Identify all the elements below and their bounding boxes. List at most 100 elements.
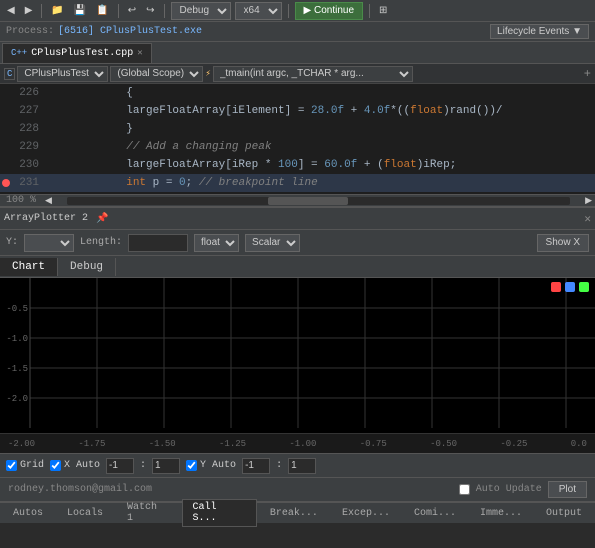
class-select[interactable]: CPlusPlusTest <box>17 66 108 82</box>
chart-svg: -0.5 -1.0 -1.5 -2.0 <box>0 278 595 433</box>
line-number: 231 <box>12 177 47 189</box>
line-number: 229 <box>12 141 47 153</box>
axis-labels: -2.00 -1.75 -1.50 -1.25 -1.00 -0.75 -0.5… <box>0 439 595 449</box>
nav-back-btn[interactable]: ◀ <box>4 4 18 17</box>
redo-btn[interactable]: ↪ <box>143 4 157 17</box>
file-tab-cpp[interactable]: C++ CPlusPlusTest.cpp ✕ <box>2 43 152 63</box>
table-row: 226 { <box>0 84 595 102</box>
y-variable-select[interactable] <box>24 234 74 252</box>
auto-update-checkbox[interactable] <box>459 484 470 495</box>
type-select[interactable]: float <box>194 234 239 252</box>
status-bar: rodney.thomson@gmail.com Auto Update Plo… <box>0 477 595 501</box>
x-min-input[interactable] <box>106 458 134 474</box>
chart-legend <box>551 282 589 292</box>
chart-area: -0.5 -1.0 -1.5 -2.0 <box>0 278 595 433</box>
axis-label: -1.00 <box>289 439 316 449</box>
sep4 <box>288 4 289 18</box>
plot-button[interactable]: Plot <box>548 481 587 498</box>
process-bar: Process: [6516] CPlusPlusTest.exe Lifecy… <box>0 22 595 42</box>
x-max-input[interactable] <box>152 458 180 474</box>
axis-label: -0.25 <box>500 439 527 449</box>
line-content: largeFloatArray[iElement] = 28.0f + 4.0f… <box>47 105 503 117</box>
btab-calls[interactable]: Call S... <box>182 499 257 527</box>
toolbar-icon-1[interactable]: 📁 <box>48 4 66 17</box>
btab-output[interactable]: Output <box>535 505 593 522</box>
code-editor: 226 { 227 largeFloatArray[iElement] = 28… <box>0 84 595 194</box>
func-select[interactable]: _tmain(int argc, _TCHAR * arg... <box>213 66 413 82</box>
debug-config-select[interactable]: Debug <box>171 2 231 20</box>
table-row: 231 int p = 0; // breakpoint line <box>0 174 595 192</box>
x-separator: : <box>140 460 146 471</box>
btab-imme[interactable]: Imme... <box>469 505 533 522</box>
panel-close-icon[interactable]: ✕ <box>584 212 591 226</box>
svg-text:-1.5: -1.5 <box>6 364 28 374</box>
scroll-thumb[interactable] <box>268 197 348 205</box>
scalar-select[interactable]: Scalar <box>245 234 300 252</box>
btab-watch1[interactable]: Watch 1 <box>116 499 180 527</box>
x-auto-checkbox[interactable] <box>50 460 61 471</box>
breakpoint-dot <box>2 179 10 187</box>
y-min-input[interactable] <box>242 458 270 474</box>
y-max-input[interactable] <box>288 458 316 474</box>
expand-icon[interactable]: + <box>584 67 591 81</box>
class-icon: C <box>4 68 15 80</box>
axis-label: -0.75 <box>360 439 387 449</box>
toolbar-icon-4[interactable]: ⊞ <box>376 4 390 17</box>
zoom-label: 100 % <box>0 195 42 206</box>
lifecycle-events-btn[interactable]: Lifecycle Events ▼ <box>490 24 589 39</box>
toolbar-icon-2[interactable]: 💾 <box>71 4 89 17</box>
chart-axis-bottom: -2.00 -1.75 -1.50 -1.25 -1.00 -0.75 -0.5… <box>0 433 595 453</box>
legend-dot-red <box>551 282 561 292</box>
axis-label: -2.00 <box>8 439 35 449</box>
sep2 <box>118 4 119 18</box>
length-input[interactable] <box>128 234 188 252</box>
bottom-tab-bar: Autos Locals Watch 1 Call S... Break... … <box>0 501 595 523</box>
nav-fwd-btn[interactable]: ▶ <box>22 4 36 17</box>
table-row: 229 // Add a changing peak <box>0 138 595 156</box>
grid-checkbox[interactable] <box>6 460 17 471</box>
table-row: 228 } <box>0 120 595 138</box>
line-content: int p = 0; // breakpoint line <box>47 177 318 189</box>
axis-label: -1.25 <box>219 439 246 449</box>
sep1 <box>41 4 42 18</box>
btab-comi[interactable]: Comi... <box>403 505 467 522</box>
svg-text:-0.5: -0.5 <box>6 304 28 314</box>
x-auto-checkbox-group: X Auto <box>50 460 100 471</box>
bp-indicator <box>0 179 12 187</box>
file-tab-close-icon[interactable]: ✕ <box>137 48 142 58</box>
x-auto-label: X Auto <box>64 460 100 471</box>
y-auto-checkbox[interactable] <box>186 460 197 471</box>
line-content: { <box>47 87 133 99</box>
length-label: Length: <box>80 237 122 248</box>
y-auto-label: Y Auto <box>200 460 236 471</box>
toolbar-icon-3[interactable]: 📋 <box>93 4 111 17</box>
auto-update-label: Auto Update <box>476 484 542 495</box>
scroll-track[interactable] <box>67 197 570 205</box>
lifecycle-label: Lifecycle Events <box>497 26 569 37</box>
tab-debug[interactable]: Debug <box>58 258 116 276</box>
panel-tab-bar: ArrayPlotter 2 📌 ✕ <box>0 208 595 230</box>
show-x-button[interactable]: Show X <box>537 234 589 252</box>
line-content: // Add a changing peak <box>47 141 271 153</box>
axis-label: -1.75 <box>78 439 105 449</box>
continue-button[interactable]: ▶ Continue <box>295 2 364 20</box>
scope-select[interactable]: (Global Scope) <box>110 66 203 82</box>
panel-pin-icon: 📌 <box>96 213 108 225</box>
arch-select[interactable]: x64 <box>235 2 282 20</box>
btab-break[interactable]: Break... <box>259 505 329 522</box>
btab-excep[interactable]: Excep... <box>331 505 401 522</box>
btab-autos[interactable]: Autos <box>2 505 54 522</box>
line-content: largeFloatArray[iRep * 100] = 60.0f + (f… <box>47 159 456 171</box>
undo-btn[interactable]: ↩ <box>125 4 139 17</box>
line-number: 227 <box>12 105 47 117</box>
scroll-right-btn[interactable]: ▶ <box>582 194 595 207</box>
btab-locals[interactable]: Locals <box>56 505 114 522</box>
svg-text:-1.0: -1.0 <box>6 334 28 344</box>
axis-label: 0.0 <box>571 439 587 449</box>
svg-text:-2.0: -2.0 <box>6 394 28 404</box>
tab-chart[interactable]: Chart <box>0 258 58 276</box>
bottom-controls: Grid X Auto : Y Auto : <box>0 453 595 477</box>
scroll-left-btn[interactable]: ◀ <box>42 194 55 207</box>
table-row: 230 largeFloatArray[iRep * 100] = 60.0f … <box>0 156 595 174</box>
auto-update-group: Auto Update Plot <box>459 481 587 498</box>
